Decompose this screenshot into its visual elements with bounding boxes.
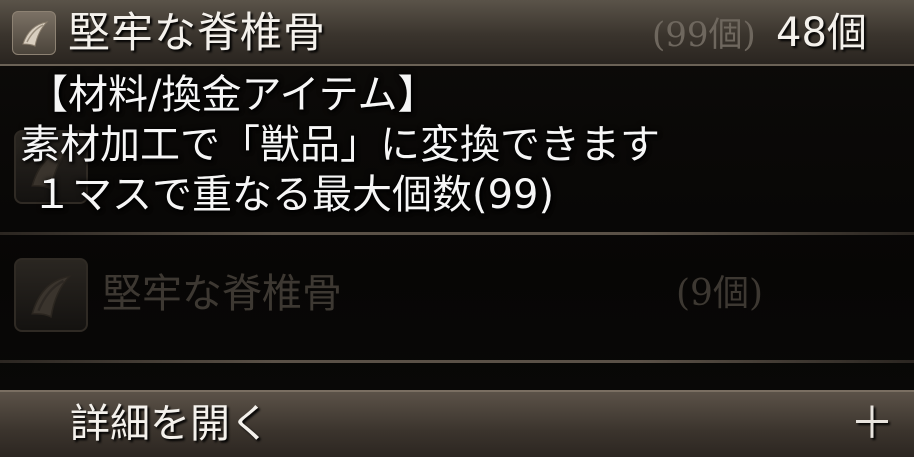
tooltip-description: 素材加工で「獣品」に変換できます [20, 122, 660, 168]
selected-item-count: 48個 [776, 10, 867, 56]
selected-item-max-stack: (99個) [652, 15, 756, 55]
selected-item-row[interactable]: 堅牢な脊椎骨 (99個) 48個 [0, 0, 914, 66]
plus-icon: ＋ [850, 398, 894, 449]
selected-item-name: 堅牢な脊椎骨 [68, 8, 327, 57]
tooltip-category: 【材料/換金アイテム】 [28, 72, 438, 118]
open-details-label: 詳細を開く [70, 401, 270, 447]
row-divider [0, 360, 914, 363]
row-divider [0, 232, 914, 235]
tooltip-stack-info: １マスで重なる最大個数(99) [32, 172, 555, 218]
list-item[interactable]: 堅牢な脊椎骨 (9個) [0, 238, 914, 348]
inventory-panel: 堅牢な脊椎骨 (99個) 48個 堅牢な脊椎骨 (9個) 【材料/換金アイテム】… [0, 0, 914, 457]
list-item-qty: (9個) [676, 273, 763, 314]
list-item-name: 堅牢な脊椎骨 [102, 271, 342, 317]
claw-icon [14, 258, 88, 332]
claw-icon [12, 11, 56, 55]
open-details-button[interactable]: 詳細を開く ＋ [0, 390, 914, 457]
